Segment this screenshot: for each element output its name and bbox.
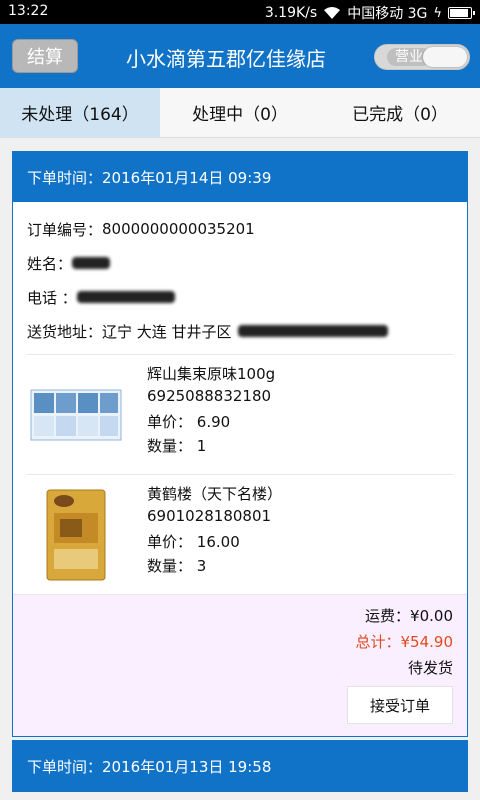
item-qty-row: 数量： 3 [147,555,282,579]
accept-order-button[interactable]: 接受订单 [347,686,453,724]
tab-processing[interactable]: 处理中 （0） [160,88,320,137]
item-name: 辉山集束原味100g [147,365,276,383]
phone-label: 电话 ： [27,288,77,307]
status-right: 3.19K/s 中国移动 3G ϟ [264,3,475,23]
redacted-phone [76,291,175,303]
order-item: 辉山集束原味100g 6925088832180 单价： 6.90 数量： 1 [27,354,453,474]
tab-count: （0） [403,105,448,125]
item-barcode: 6901028180801 [147,507,272,525]
shipping-fee: 运费：¥0.00 [365,607,453,625]
product-image [27,487,125,583]
tab-count: （164） [72,105,139,125]
product-image [27,367,125,463]
status-time: 13:22 [8,3,49,19]
network-speed: 3.19K/s [264,5,318,21]
item-name: 黄鹤楼（天下名楼） [147,485,283,503]
order-item: 黄鹤楼（天下名楼） 6901028180801 单价： 16.00 数量： 3 [27,474,453,594]
battery-icon [448,7,475,19]
item-details: 黄鹤楼（天下名楼） 6901028180801 单价： 16.00 数量： 3 [147,475,282,594]
item-qty: 1 [196,437,207,455]
order-time-label: 下单时间： [27,757,103,776]
customer-name-row: 姓名： [27,246,453,280]
item-price: 16.00 [196,533,240,551]
order-number-row: 订单编号： 8000000000035201 [27,212,453,246]
address-label: 送货地址： [27,322,103,341]
address-text: 辽宁 大连 甘井子区 [102,322,232,341]
carrier-label: 中国移动 3G [347,6,428,22]
tab-unprocessed[interactable]: 未处理 （164） [0,88,160,137]
item-price-label: 单价： [147,533,193,551]
order-number-label: 订单编号： [27,220,103,239]
app-bar: 结算 小水滴第五郡亿佳缘店 营业 [0,24,480,88]
order-time-label: 下单时间： [27,168,103,187]
charging-icon: ϟ [433,5,442,21]
item-qty-label: 数量： [147,557,193,575]
item-barcode: 6925088832180 [147,387,272,405]
order-header: 下单时间： 2016年01月14日 09:39 [13,152,467,202]
phone-row: 电话 ： [27,280,453,314]
toggle-knob[interactable] [423,47,467,67]
tab-label: 已完成 [352,105,404,125]
item-details: 辉山集束原味100g 6925088832180 单价： 6.90 数量： 1 [147,355,275,474]
redacted-name [72,257,111,269]
tab-label: 处理中 [192,105,244,125]
tab-count: （0） [243,105,288,125]
page-title: 小水滴第五郡亿佳缘店 [126,47,326,71]
customer-name-label: 姓名： [27,254,73,273]
order-total: 总计：¥54.90 [355,633,454,651]
item-price-row: 单价： 6.90 [147,411,275,435]
order-info: 订单编号： 8000000000035201 姓名： 电话 ： 送货地址： 辽宁… [13,202,467,348]
settle-button[interactable]: 结算 [12,39,78,73]
item-price: 6.90 [196,413,231,431]
item-price-row: 单价： 16.00 [147,531,282,555]
order-time: 2016年01月13日 19:58 [102,757,272,776]
item-qty-label: 数量： [147,437,193,455]
status-bar: 13:22 3.19K/s 中国移动 3G ϟ [0,0,480,24]
address-row: 送货地址： 辽宁 大连 甘井子区 [27,314,453,348]
item-price-label: 单价： [147,413,193,431]
tab-label: 未处理 [21,105,73,125]
order-status: 待发货 [407,659,453,677]
redacted-address [237,325,388,337]
tab-completed[interactable]: 已完成 （0） [320,88,480,137]
order-header: 下单时间： 2016年01月13日 19:58 [13,741,467,791]
order-number: 8000000000035201 [102,220,255,238]
order-summary: 运费：¥0.00 总计：¥54.90 待发货 接受订单 [13,594,467,736]
item-qty-row: 数量： 1 [147,435,275,459]
order-time: 2016年01月14日 09:39 [102,168,272,187]
item-qty: 3 [196,557,207,575]
wifi-icon [323,6,341,20]
order-tabs: 未处理 （164） 处理中 （0） 已完成 （0） [0,88,480,138]
business-toggle[interactable]: 营业 [374,44,470,70]
order-card[interactable]: 下单时间： 2016年01月13日 19:58 [12,740,468,792]
order-card[interactable]: 下单时间： 2016年01月14日 09:39 订单编号： 8000000000… [12,151,468,737]
